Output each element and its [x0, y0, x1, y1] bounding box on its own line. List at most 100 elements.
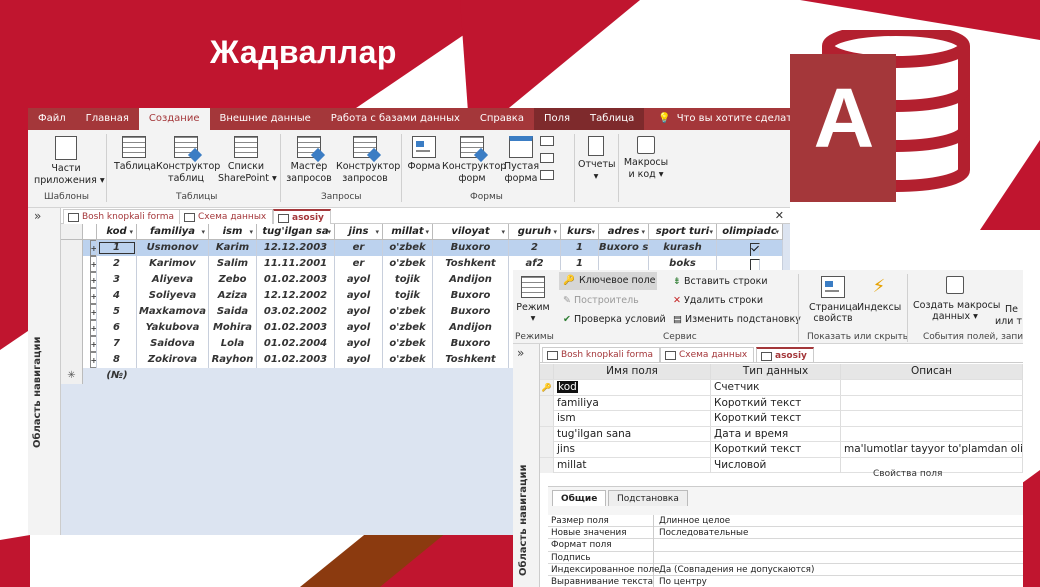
field-type[interactable]: Дата и время [711, 426, 841, 442]
field-type[interactable]: Короткий текст [711, 411, 841, 426]
cell-familiya[interactable]: Yakubova [137, 320, 209, 336]
cell-millat[interactable]: o'zbek [383, 256, 433, 272]
sort-dropdown-icon[interactable]: ▾ [327, 224, 331, 239]
cell-millat[interactable]: tojik [383, 272, 433, 288]
cell-tug[interactable]: 01.02.2004 [257, 336, 335, 352]
cell-viloyat[interactable]: Andijon [433, 320, 509, 336]
sort-dropdown-icon[interactable]: ▾ [709, 224, 713, 239]
property-row[interactable]: Подпись [548, 551, 1023, 564]
cell-millat[interactable]: o'zbek [383, 320, 433, 336]
column-header[interactable]: guruh ▾ [509, 224, 561, 240]
cell-ism[interactable]: Saida [209, 304, 257, 320]
field-name[interactable]: jins [554, 442, 711, 457]
column-header[interactable]: sport turi ▾ [649, 224, 717, 240]
sort-dropdown-icon[interactable]: ▾ [553, 224, 557, 239]
sort-dropdown-icon[interactable]: ▾ [775, 224, 779, 239]
cell-tug[interactable]: 12.12.2002 [257, 288, 335, 304]
field-row[interactable]: millat Числовой [540, 457, 1023, 473]
cell-ism[interactable]: Aziza [209, 288, 257, 304]
expand-plus-icon[interactable]: + [89, 240, 96, 256]
form-button[interactable]: Форма [406, 136, 442, 173]
cell-adres[interactable]: Buxoro sh [599, 240, 649, 256]
property-value[interactable]: Да (Совпадения не допускаются) [656, 564, 814, 576]
subdatasheet-toggle[interactable]: + [83, 320, 97, 336]
tab-table[interactable]: Таблица [580, 108, 645, 130]
cell-familiya[interactable]: Usmonov [137, 240, 209, 256]
cell-tug[interactable]: 01.02.2003 [257, 352, 335, 368]
property-row[interactable]: Размер поля Длинное целое [548, 515, 1023, 528]
sort-dropdown-icon[interactable]: ▾ [501, 224, 505, 239]
column-header[interactable]: kurs ▾ [561, 224, 599, 240]
subdatasheet-toggle[interactable]: + [83, 256, 97, 272]
cell-jins[interactable]: er [335, 240, 383, 256]
sort-dropdown-icon[interactable]: ▾ [201, 224, 205, 239]
table-designer-button[interactable]: Конструктор таблиц [156, 136, 220, 185]
tab-home[interactable]: Главная [76, 108, 139, 130]
field-name[interactable]: kod [554, 380, 711, 395]
field-desc[interactable] [841, 426, 1023, 442]
cell-ism[interactable]: Salim [209, 256, 257, 272]
blank-form-button[interactable]: Пустая форма [504, 136, 539, 185]
create-data-macros-button[interactable]: Создать макросы данных ▾ [913, 276, 1000, 322]
cell-kod[interactable]: 1 [97, 240, 137, 256]
subdatasheet-toggle[interactable]: + [83, 304, 97, 320]
tab-bosh-knopkali-forma[interactable]: Bosh knopkali forma [63, 209, 181, 224]
cell-kod[interactable]: 6 [97, 320, 137, 336]
cell-jins[interactable]: ayol [335, 320, 383, 336]
form-designer-button[interactable]: Конструктор форм [442, 136, 506, 185]
cell-millat[interactable]: tojik [383, 288, 433, 304]
field-row[interactable]: familiya Короткий текст [540, 395, 1023, 411]
cell-kod[interactable]: 8 [97, 352, 137, 368]
row-selector[interactable] [540, 442, 554, 457]
navigation-pane[interactable]: » Область навигации [513, 344, 540, 587]
cell-viloyat[interactable]: Buxoro [433, 304, 509, 320]
column-header[interactable]: viloyat ▾ [433, 224, 509, 240]
sort-dropdown-icon[interactable]: ▾ [641, 224, 645, 239]
expand-nav-icon[interactable]: » [34, 209, 41, 223]
tab-external-data[interactable]: Внешние данные [210, 108, 321, 130]
tab-database-tools[interactable]: Работа с базами данных [321, 108, 470, 130]
tab-help[interactable]: Справка [470, 108, 534, 130]
subdatasheet-toggle[interactable]: + [83, 336, 97, 352]
tab-fields[interactable]: Поля [533, 108, 581, 130]
sharepoint-lists-button[interactable]: Списки SharePoint ▾ [218, 136, 277, 185]
field-name[interactable]: familiya [554, 395, 711, 411]
cell-millat[interactable]: o'zbek [383, 240, 433, 256]
cell-ism[interactable]: Zebo [209, 272, 257, 288]
rename-delete-macro-button[interactable]: Пе [1005, 304, 1018, 315]
cell-viloyat[interactable]: Buxoro [433, 288, 509, 304]
cell-jins[interactable]: ayol [335, 272, 383, 288]
cell-kod[interactable]: 5 [97, 304, 137, 320]
column-header[interactable]: millat ▾ [383, 224, 433, 240]
field-row[interactable]: jins Короткий текст ma'lumotlar tayyor to'… [540, 442, 1023, 458]
cell-viloyat[interactable]: Toshkent [433, 256, 509, 272]
row-selector[interactable] [540, 411, 554, 426]
sort-dropdown-icon[interactable]: ▾ [249, 224, 253, 239]
cell-kurs[interactable]: 1 [561, 240, 599, 256]
cell-tug[interactable]: 03.02.2002 [257, 304, 335, 320]
cell-familiya[interactable]: Zokirova [137, 352, 209, 368]
field-name[interactable]: tug'ilgan sana [554, 426, 711, 442]
form-wizard-icon[interactable] [540, 136, 554, 146]
cell-jins[interactable]: ayol [335, 336, 383, 352]
delete-rows-button[interactable]: ✕ Удалить строки [673, 295, 763, 306]
tab-file[interactable]: Файл [28, 108, 76, 130]
field-type[interactable]: Числовой [711, 457, 841, 473]
column-header[interactable]: adres ▾ [599, 224, 649, 240]
more-forms-icon[interactable] [540, 170, 554, 180]
field-row[interactable]: 🔑 kod Счетчик [540, 380, 1023, 396]
expand-nav-icon[interactable]: » [517, 346, 524, 360]
cell-viloyat[interactable]: Toshkent [433, 352, 509, 368]
cell-kod[interactable]: 4 [97, 288, 137, 304]
builder-button[interactable]: ✎ Построитель [563, 295, 639, 306]
column-header[interactable]: kod ▾ [97, 224, 137, 240]
close-icon[interactable]: ✕ [775, 209, 784, 222]
row-selector[interactable] [61, 288, 83, 304]
expand-plus-icon[interactable]: + [89, 320, 96, 336]
field-name[interactable]: millat [554, 457, 711, 473]
application-parts-button[interactable]: Части приложения ▾ [34, 136, 105, 187]
tab-bosh-knopkali-forma[interactable]: Bosh knopkali forma [542, 347, 660, 362]
property-value[interactable]: По центру [656, 576, 707, 587]
tell-me-box[interactable]: 💡 Что вы хотите сделать? [644, 108, 790, 130]
cell-jins[interactable]: ayol [335, 288, 383, 304]
